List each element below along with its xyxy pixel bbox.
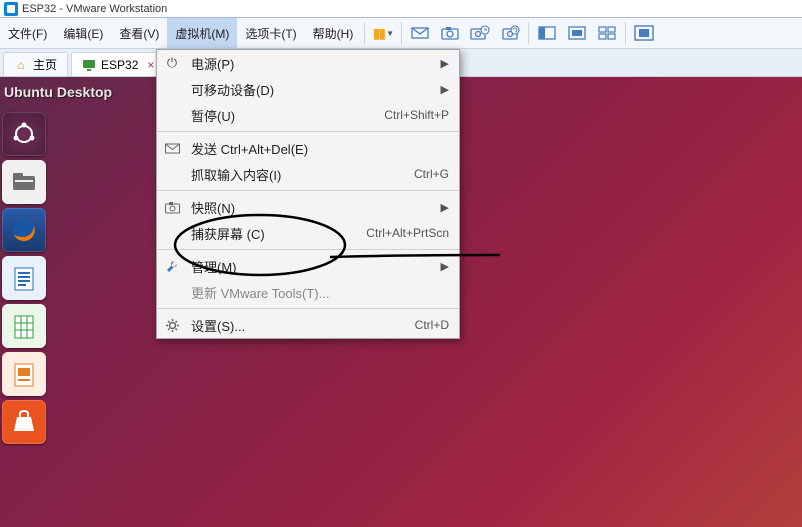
menu-file[interactable]: 文件(F): [0, 18, 55, 48]
menuitem-label: 更新 VMware Tools(T)...: [191, 283, 449, 302]
launcher-firefox[interactable]: [2, 208, 46, 252]
tab-home[interactable]: ⌂ 主页: [3, 52, 68, 76]
fit-guest-icon: [538, 26, 556, 40]
menuitem-removable-devices[interactable]: 可移动设备(D) ▶: [157, 76, 459, 102]
menu-view[interactable]: 查看(V): [111, 18, 167, 48]
shortcut-label: Ctrl+G: [414, 167, 449, 181]
wrench-icon: [163, 259, 181, 274]
fullscreen-toolbar-button[interactable]: [629, 18, 659, 48]
separator: [364, 22, 365, 44]
window-title: ESP32 - VMware Workstation: [22, 3, 167, 15]
menuitem-send-cad[interactable]: 发送 Ctrl+Alt+Del(E): [157, 135, 459, 161]
menu-tabs[interactable]: 选项卡(T): [237, 18, 304, 48]
thumbnail-toolbar-button[interactable]: [592, 18, 622, 48]
menu-vm[interactable]: 虚拟机(M): [167, 18, 237, 48]
files-icon: [9, 167, 39, 197]
camera-clock-icon: [470, 25, 490, 41]
menuitem-update-vmware-tools[interactable]: 更新 VMware Tools(T)...: [157, 279, 459, 305]
menuitem-label: 快照(N): [191, 198, 431, 217]
launcher-dash[interactable]: [2, 112, 46, 156]
revert-snapshot-toolbar-button[interactable]: [495, 18, 525, 48]
menuitem-settings[interactable]: 设置(S)... Ctrl+D: [157, 312, 459, 338]
separator: [528, 22, 529, 44]
snapshot-toolbar-button[interactable]: [435, 18, 465, 48]
send-cad-toolbar-button[interactable]: [405, 18, 435, 48]
pause-button[interactable]: ▮▮ ▼: [368, 18, 398, 48]
shortcut-label: Ctrl+Shift+P: [384, 108, 449, 122]
software-icon: [9, 407, 39, 437]
fullscreen-icon: [634, 25, 654, 41]
separator: [625, 22, 626, 44]
menuitem-label: 捕获屏幕 (C): [191, 224, 356, 243]
menuitem-label: 设置(S)...: [191, 316, 405, 335]
camera-icon: [441, 25, 459, 41]
pause-glyph-2: ▮: [378, 25, 384, 41]
guest-desktop-title: Ubuntu Desktop: [4, 84, 112, 100]
ubuntu-icon: [11, 121, 37, 147]
menuitem-label: 发送 Ctrl+Alt+Del(E): [191, 139, 449, 158]
snapshot-manager-toolbar-button[interactable]: [465, 18, 495, 48]
menuitem-manage[interactable]: 管理(M) ▶: [157, 253, 459, 279]
chevron-down-icon: ▼: [386, 29, 394, 38]
monitor-icon: [82, 58, 96, 72]
titlebar: ESP32 - VMware Workstation: [0, 0, 802, 18]
close-icon[interactable]: ×: [147, 58, 154, 72]
vm-menu-dropdown: ⏻ 电源(P) ▶ 可移动设备(D) ▶ 暂停(U) Ctrl+Shift+P …: [156, 49, 460, 339]
menuitem-label: 电源(P): [191, 54, 431, 73]
chevron-right-icon: ▶: [441, 57, 449, 70]
separator: [157, 131, 459, 132]
shortcut-label: Ctrl+Alt+PrtScn: [366, 226, 449, 240]
menuitem-grab-input[interactable]: 抓取输入内容(I) Ctrl+G: [157, 161, 459, 187]
menuitem-power[interactable]: ⏻ 电源(P) ▶: [157, 50, 459, 76]
chevron-right-icon: ▶: [441, 201, 449, 214]
calc-icon: [9, 311, 39, 341]
menubar: 文件(F) 编辑(E) 查看(V) 虚拟机(M) 选项卡(T) 帮助(H) ▮▮…: [0, 18, 802, 49]
snapshot-icon: [163, 201, 181, 214]
separator: [401, 22, 402, 44]
impress-icon: [9, 359, 39, 389]
camera-revert-icon: [500, 25, 520, 41]
launcher-impress[interactable]: [2, 352, 46, 396]
menu-help[interactable]: 帮助(H): [305, 18, 362, 48]
chevron-right-icon: ▶: [441, 260, 449, 273]
unity-toolbar-button[interactable]: [562, 18, 592, 48]
unity-icon: [568, 26, 586, 40]
chevron-right-icon: ▶: [441, 83, 449, 96]
gear-icon: [163, 318, 181, 333]
menuitem-pause[interactable]: 暂停(U) Ctrl+Shift+P: [157, 102, 459, 128]
tab-vm-esp32[interactable]: ESP32 ×: [71, 52, 165, 76]
firefox-icon: [9, 215, 39, 245]
menuitem-capture-screen[interactable]: 捕获屏幕 (C) Ctrl+Alt+PrtScn: [157, 220, 459, 246]
launcher-files[interactable]: [2, 160, 46, 204]
menuitem-label: 可移动设备(D): [191, 80, 431, 99]
menuitem-label: 抓取输入内容(I): [191, 165, 404, 184]
launcher-software[interactable]: [2, 400, 46, 444]
launcher-writer[interactable]: [2, 256, 46, 300]
menuitem-label: 暂停(U): [191, 106, 374, 125]
shortcut-label: Ctrl+D: [415, 318, 449, 332]
thumbnail-icon: [598, 26, 616, 40]
menuitem-label: 管理(M): [191, 257, 431, 276]
fit-guest-toolbar-button[interactable]: [532, 18, 562, 48]
unity-launcher: [2, 112, 48, 444]
tab-vm-label: ESP32: [101, 58, 138, 72]
menu-edit[interactable]: 编辑(E): [55, 18, 111, 48]
send-icon: [163, 142, 181, 155]
separator: [157, 249, 459, 250]
home-icon: ⌂: [14, 58, 28, 72]
tab-home-label: 主页: [33, 56, 57, 73]
send-icon: [411, 25, 429, 41]
separator: [157, 190, 459, 191]
separator: [157, 308, 459, 309]
writer-icon: [9, 263, 39, 293]
menuitem-snapshot[interactable]: 快照(N) ▶: [157, 194, 459, 220]
power-icon: ⏻: [163, 55, 181, 71]
app-icon: [4, 2, 18, 16]
launcher-calc[interactable]: [2, 304, 46, 348]
